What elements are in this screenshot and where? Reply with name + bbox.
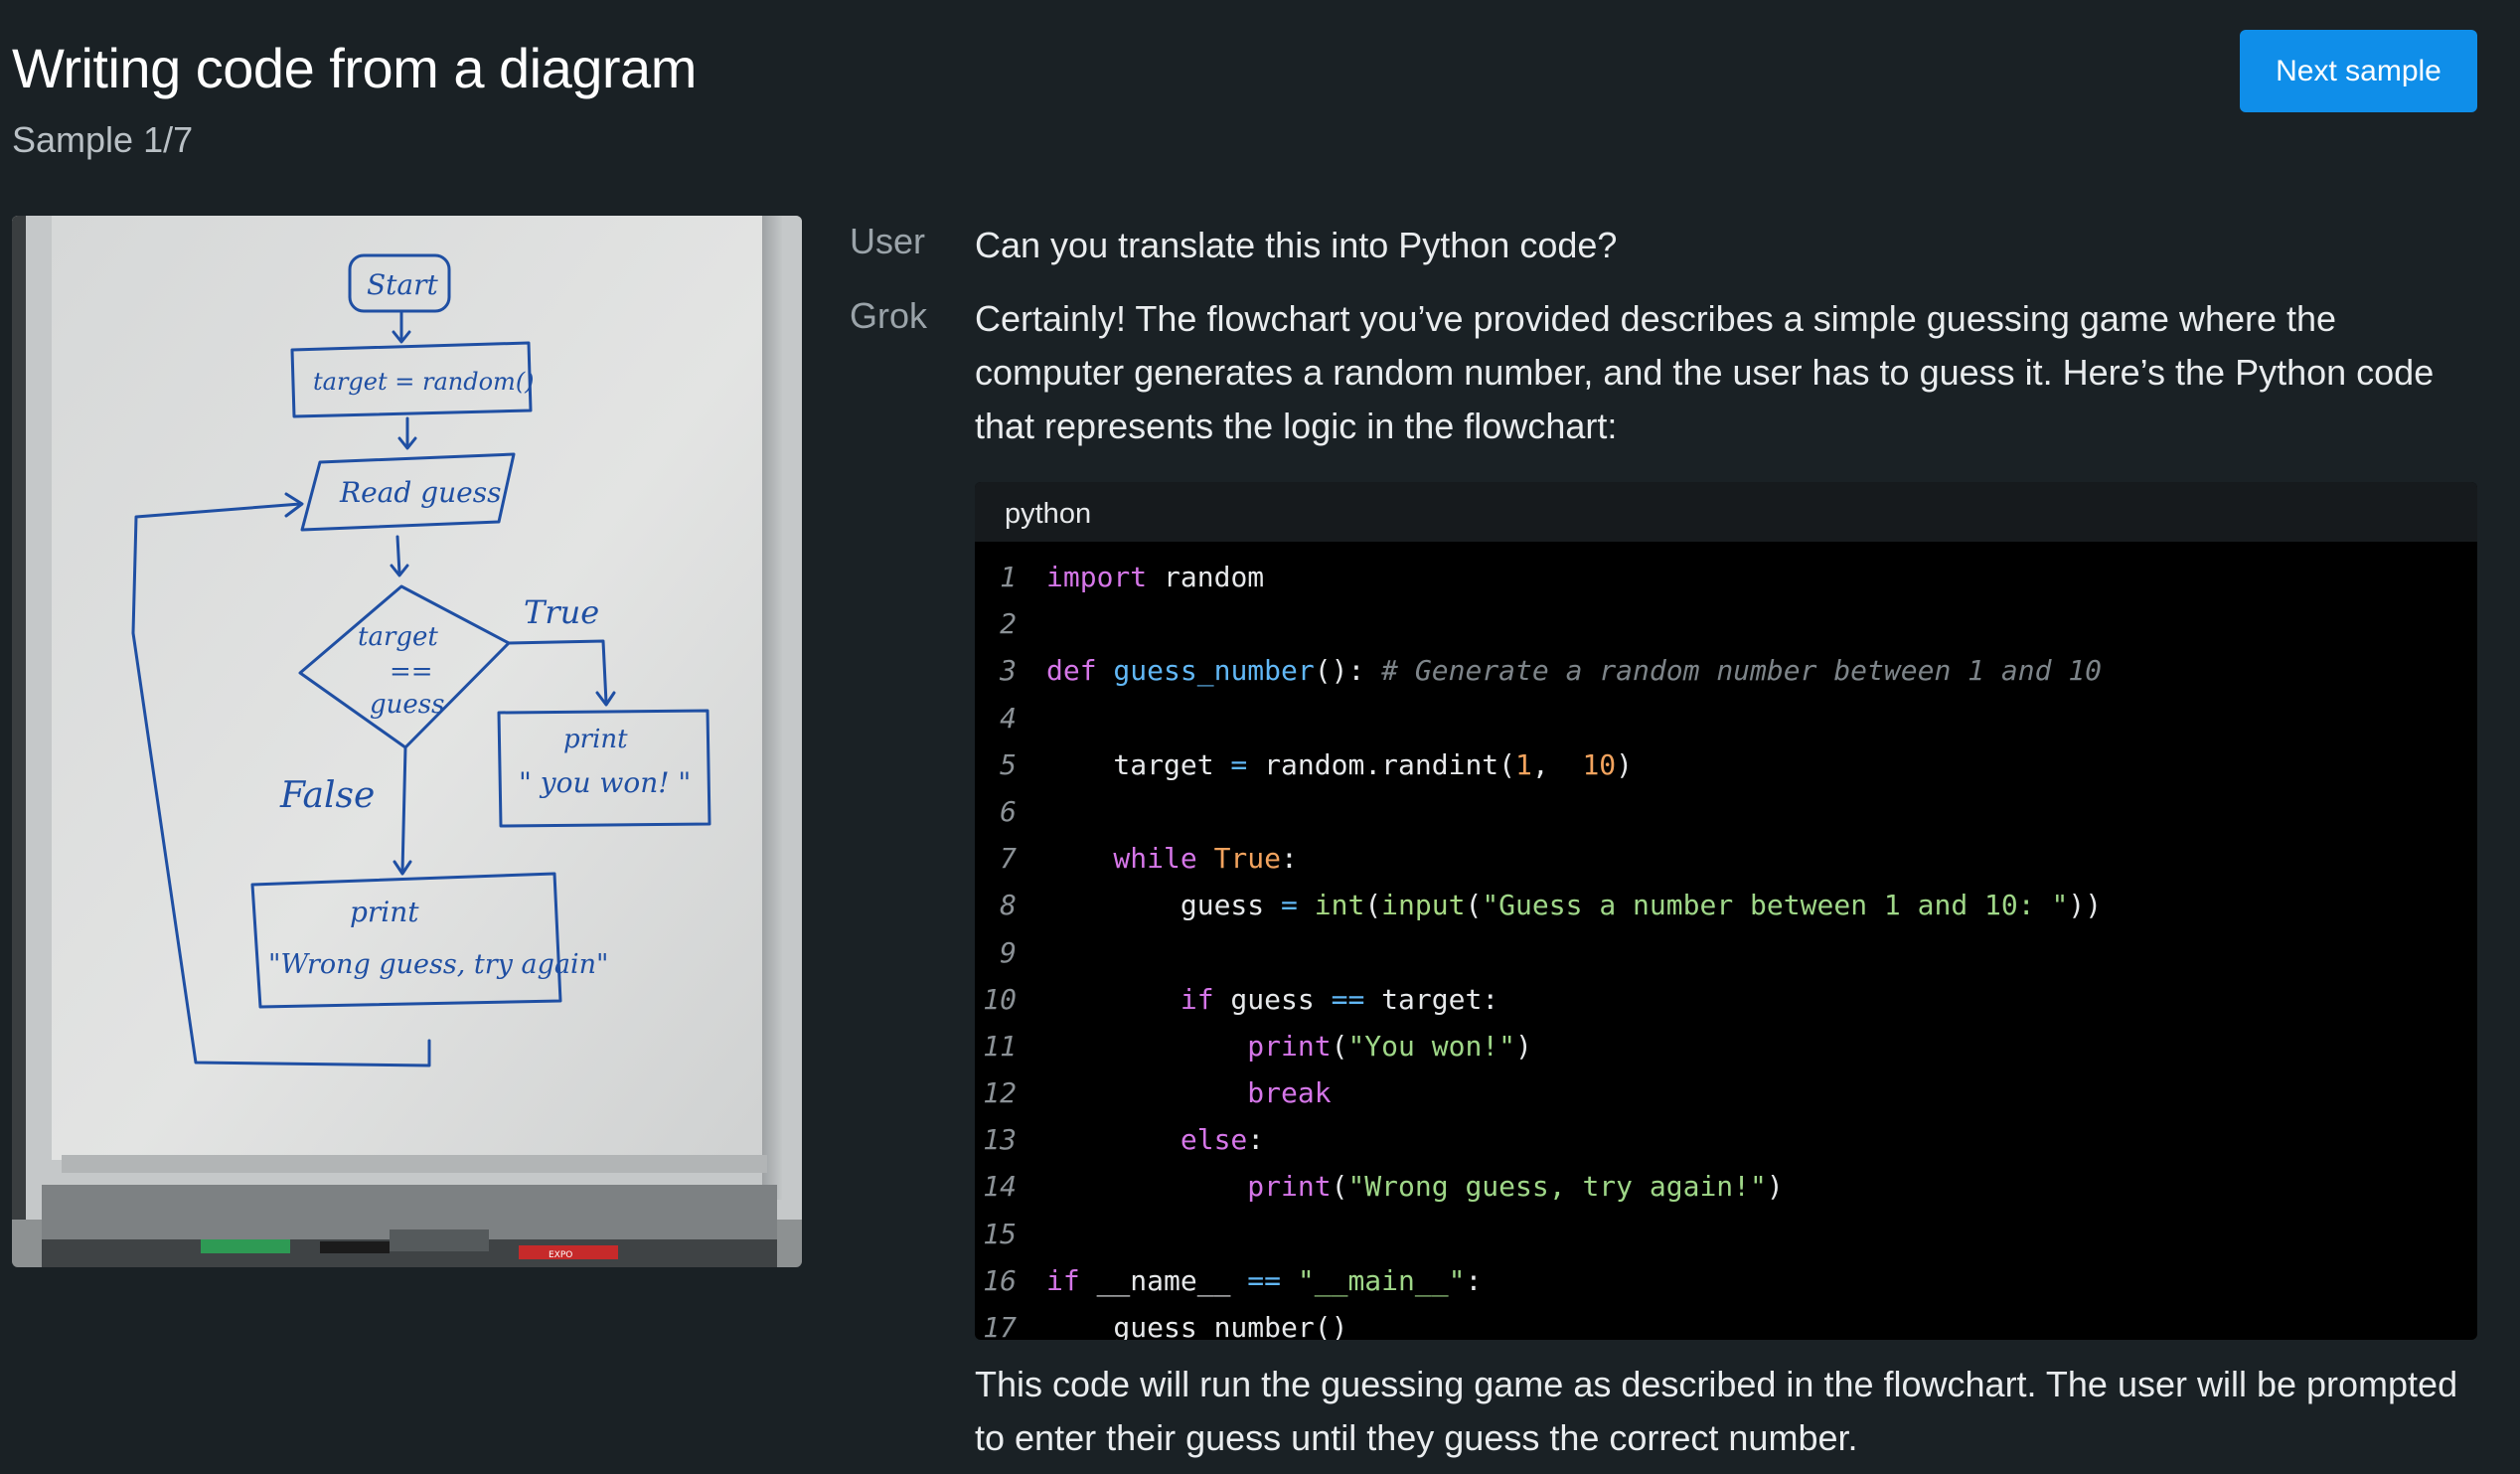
flow-assign-label: target = random() xyxy=(313,368,535,396)
code-text: guess_number() xyxy=(1046,1311,1348,1340)
code-line: 11 print("You won!") xyxy=(975,1023,2477,1069)
code-line: 1 import random xyxy=(975,554,2477,600)
sample-counter: Sample 1/7 xyxy=(12,119,194,160)
line-number: 14 xyxy=(983,1170,1017,1204)
next-sample-button[interactable]: Next sample xyxy=(2240,30,2477,112)
line-number: 4 xyxy=(1000,701,1017,735)
code-text: import random xyxy=(1046,561,1265,593)
code-text: print("You won!") xyxy=(1046,1029,1532,1063)
line-number: 16 xyxy=(983,1263,1017,1297)
flow-lose-print: print xyxy=(350,896,419,928)
code-text: if __name__ == "__main__": xyxy=(1046,1263,1483,1297)
code-line: 10 if guess == target: xyxy=(975,976,2477,1023)
flow-win-text: " you won! " xyxy=(519,766,691,799)
code-line: 17 guess_number() xyxy=(975,1304,2477,1340)
marker-brand: EXPO xyxy=(549,1250,572,1260)
line-number: 13 xyxy=(983,1123,1017,1157)
code-text: guess = int(input("Guess a number betwee… xyxy=(1046,889,2103,922)
flow-lose-text: "Wrong guess, try again" xyxy=(268,949,608,980)
code-line: 2 xyxy=(975,600,2477,647)
line-number: 6 xyxy=(1000,794,1017,828)
code-line: 5 target = random.randint(1, 10) xyxy=(975,741,2477,788)
code-text: break xyxy=(1046,1076,1332,1110)
code-language-label: python xyxy=(975,482,2477,542)
line-number: 8 xyxy=(1000,889,1017,922)
code-text: if guess == target: xyxy=(1046,982,1499,1016)
flow-false-label: False xyxy=(279,775,375,816)
line-number: 11 xyxy=(983,1029,1017,1063)
user-speaker-label: User xyxy=(850,221,926,261)
green-marker-icon xyxy=(201,1239,290,1253)
line-number: 17 xyxy=(983,1311,1017,1340)
assistant-intro: Certainly! The flowchart you’ve provided… xyxy=(975,298,2435,446)
line-number: 3 xyxy=(1000,654,1017,688)
line-number: 10 xyxy=(983,982,1017,1016)
line-number: 7 xyxy=(1000,842,1017,876)
code-line: 4 xyxy=(975,695,2477,741)
code-body[interactable]: 1 import random 2 3 def guess_number(): # Ge… xyxy=(975,542,2477,1340)
code-line: 12 break xyxy=(975,1069,2477,1116)
flow-read-label: Read guess xyxy=(339,476,501,509)
line-number: 1 xyxy=(1000,561,1017,593)
assistant-speaker-label: Grok xyxy=(850,295,928,336)
code-text: def guess_number(): # Generate a random … xyxy=(1046,654,2103,688)
flow-cond-top: target xyxy=(358,622,438,652)
flow-start-label: Start xyxy=(367,268,439,301)
code-line: 13 else: xyxy=(975,1116,2477,1163)
flow-true-label: True xyxy=(524,593,599,631)
code-text: while True: xyxy=(1046,842,1298,876)
code-line: 15 xyxy=(975,1211,2477,1257)
line-number: 9 xyxy=(1000,935,1017,969)
page-title: Writing code from a diagram xyxy=(12,37,697,99)
code-line: 6 xyxy=(975,788,2477,835)
user-message: Can you translate this into Python code? xyxy=(975,225,1618,265)
code-line: 3 def guess_number(): # Generate a random… xyxy=(975,647,2477,694)
code-block[interactable]: python 1 import random 2 3 def guess_number(… xyxy=(975,482,2477,1340)
code-line: 8 guess = int(input("Guess a number betw… xyxy=(975,882,2477,928)
code-text: target = random.randint(1, 10) xyxy=(1046,747,1634,781)
code-line: 16 if __name__ == "__main__": xyxy=(975,1257,2477,1304)
assistant-outro: This code will run the guessing game as … xyxy=(975,1364,2458,1458)
flow-cond-bot: guess xyxy=(370,690,444,720)
code-text: else: xyxy=(1046,1123,1265,1157)
flow-cond-mid: == xyxy=(390,657,433,687)
whiteboard-photo: EXPO Start target = random() Read guess … xyxy=(12,216,802,1267)
code-text: print("Wrong guess, try again!") xyxy=(1046,1170,1784,1204)
flow-win-print: print xyxy=(563,725,628,754)
line-number: 2 xyxy=(1000,607,1017,641)
line-number: 5 xyxy=(1000,747,1017,781)
code-line: 9 xyxy=(975,929,2477,976)
code-line: 14 print("Wrong guess, try again!") xyxy=(975,1163,2477,1210)
line-number: 12 xyxy=(983,1076,1017,1110)
code-line: 7 while True: xyxy=(975,835,2477,882)
line-number: 15 xyxy=(983,1217,1017,1250)
